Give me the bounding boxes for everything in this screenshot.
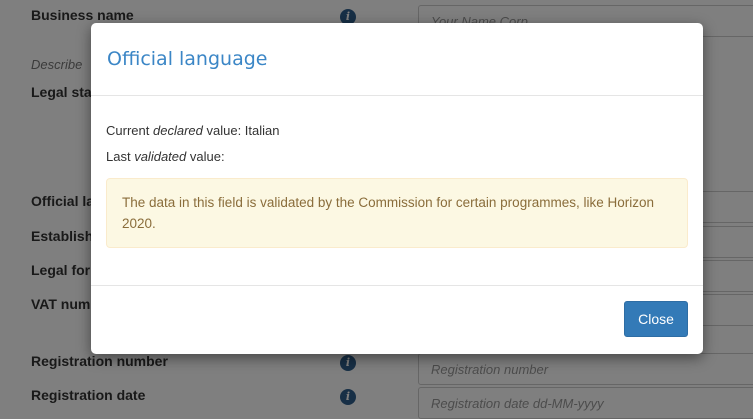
last-emphasis: validated (134, 149, 187, 164)
current-value-line: Current declared value: Italian (106, 123, 688, 138)
last-prefix: Last (106, 149, 131, 164)
modal-header: Official language (91, 23, 703, 96)
official-language-dialog: Official language Current declared value… (91, 23, 703, 354)
current-prefix: Current (106, 123, 150, 138)
current-suffix: value: Italian (206, 123, 280, 138)
modal-body: Current declared value: Italian Last val… (91, 96, 703, 286)
close-button[interactable]: Close (624, 301, 688, 337)
current-emphasis: declared (152, 123, 203, 138)
last-suffix: value: (189, 149, 225, 164)
modal-footer: Close (91, 286, 703, 352)
validation-alert: The data in this field is validated by t… (106, 178, 688, 248)
modal-title: Official language (107, 48, 268, 70)
last-value-line: Last validated value: (106, 149, 688, 164)
